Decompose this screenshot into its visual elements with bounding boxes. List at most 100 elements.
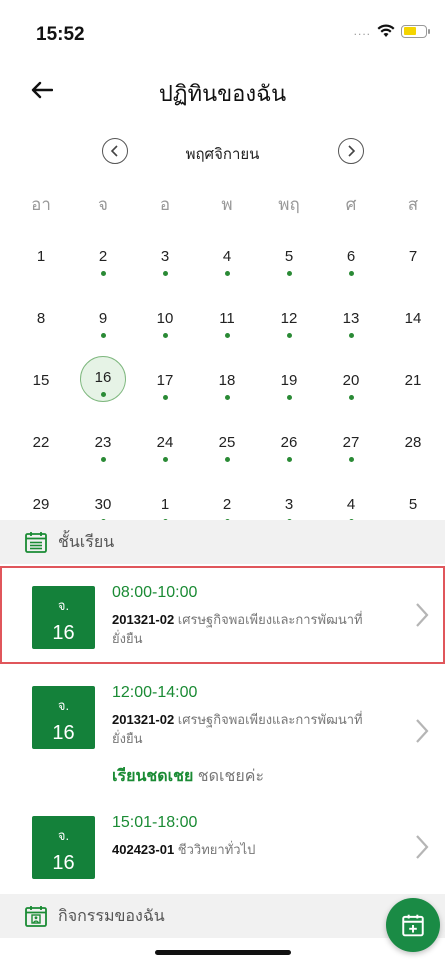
day: 5 — [266, 242, 312, 288]
status-icons: .... — [354, 24, 430, 38]
weekday-label: พฤ — [278, 195, 300, 214]
day: 2 — [80, 242, 126, 288]
day-cell[interactable]: 18 — [196, 354, 258, 416]
day-cell[interactable]: 27 — [320, 416, 382, 478]
day: 9 — [80, 304, 126, 350]
class-code: 402423-01 — [112, 842, 175, 857]
day-cell[interactable]: 11 — [196, 292, 258, 354]
status-bar: 15:52 .... — [0, 0, 445, 62]
day: 18 — [204, 366, 250, 412]
add-event-button[interactable] — [386, 898, 440, 952]
day-cell[interactable]: 23 — [72, 416, 134, 478]
wifi-icon — [377, 24, 395, 37]
day-number: 6 — [346, 248, 356, 265]
day-number: 21 — [404, 372, 422, 389]
event-dot — [286, 457, 292, 462]
day: 17 — [142, 366, 188, 412]
date-badge-day: 16 — [52, 852, 75, 874]
day-number: 2 — [98, 248, 108, 265]
day-number: 11 — [219, 310, 235, 327]
makeup-label: เรียนชดเชย — [112, 768, 194, 785]
day-cell[interactable]: 12 — [258, 292, 320, 354]
class-time: 08:00-10:00 — [112, 584, 198, 601]
class-code: 201321-02 — [112, 712, 175, 727]
day-number: 13 — [342, 310, 360, 327]
weekday-label: ส — [407, 195, 419, 214]
day-cell[interactable]: 7 — [382, 230, 444, 292]
weekday-label: อ — [159, 195, 171, 214]
week-row: 22 23 24 25 26 27 28 — [10, 416, 445, 478]
day-cell[interactable]: 8 — [10, 292, 72, 354]
date-badge: จ. 16 — [32, 816, 95, 879]
class-card[interactable]: จ. 16 08:00-10:00 201321-02 เศรษฐกิจพอเพ… — [0, 566, 445, 664]
day: 10 — [142, 304, 188, 350]
event-dot — [100, 457, 106, 462]
month-navigator: พฤศจิกายน — [0, 135, 445, 167]
event-dot — [224, 457, 230, 462]
day-cell[interactable]: 20 — [320, 354, 382, 416]
day: 25 — [204, 428, 250, 474]
weekday-label: อา — [31, 195, 51, 214]
home-indicator — [155, 950, 291, 955]
day-cell[interactable]: 21 — [382, 354, 444, 416]
event-dot — [162, 271, 168, 276]
day-cell[interactable]: 1 — [10, 230, 72, 292]
day-cell[interactable]: 2 — [72, 230, 134, 292]
day-number: 4 — [222, 248, 232, 265]
day-number: 5 — [408, 496, 418, 513]
class-card[interactable]: จ. 16 15:01-18:00 402423-01 ชีววิทยาทั่ว… — [0, 796, 445, 896]
day-cell[interactable]: 19 — [258, 354, 320, 416]
day-cell[interactable]: 26 — [258, 416, 320, 478]
day-number: 28 — [404, 434, 422, 451]
day-number: 16 — [94, 369, 112, 386]
day-cell[interactable]: 13 — [320, 292, 382, 354]
nav-bar: ปฏิทินของฉัน — [0, 62, 445, 118]
day: 20 — [328, 366, 374, 412]
day-cell[interactable]: 14 — [382, 292, 444, 354]
day-cell[interactable]: 17 — [134, 354, 196, 416]
event-dot — [100, 333, 106, 338]
day: 13 — [328, 304, 374, 350]
event-dot — [286, 395, 292, 400]
day-number: 26 — [280, 434, 298, 451]
day: 12 — [266, 304, 312, 350]
day-cell[interactable]: 9 — [72, 292, 134, 354]
event-dot — [162, 457, 168, 462]
day-cell[interactable]: 5 — [258, 230, 320, 292]
day-cell[interactable]: 24 — [134, 416, 196, 478]
weekday-label: พ — [221, 195, 233, 214]
class-info: 402423-01 ชีววิทยาทั่วไป — [112, 840, 382, 859]
activities-section-header: กิจกรรมของฉัน — [0, 894, 445, 938]
day-cell[interactable]: 3 — [134, 230, 196, 292]
day: 14 — [390, 304, 436, 350]
date-badge-weekday: จ. — [57, 828, 70, 843]
event-dot — [224, 395, 230, 400]
date-badge: จ. 16 — [32, 586, 95, 649]
day-cell[interactable]: 4 — [196, 230, 258, 292]
day-number: 19 — [280, 372, 298, 389]
date-badge: จ. 16 — [32, 686, 95, 749]
day: 27 — [328, 428, 374, 474]
day-number: 24 — [156, 434, 174, 451]
day-cell[interactable]: 28 — [382, 416, 444, 478]
day: 23 — [80, 428, 126, 474]
day-cell[interactable]: 16 — [72, 354, 134, 416]
day-number: 7 — [408, 248, 418, 265]
day-cell[interactable]: 6 — [320, 230, 382, 292]
day-cell[interactable]: 25 — [196, 416, 258, 478]
day-cell[interactable]: 10 — [134, 292, 196, 354]
class-time: 12:00-14:00 — [112, 684, 198, 701]
event-dot — [348, 395, 354, 400]
selected-day: 16 — [80, 356, 126, 402]
day-number: 8 — [36, 310, 46, 327]
calendar-grid: อา จ อ พ พฤ ศ ส 1 2 3 4 5 6 7 8 9 10 11 12 13 14 15 16 1… — [10, 180, 445, 540]
day: 3 — [142, 242, 188, 288]
calendar-weeks: 1 2 3 4 5 6 7 8 9 10 11 12 13 14 15 16 17 18 19 20 21 22 23 24 2… — [10, 230, 445, 540]
day-number: 27 — [342, 434, 360, 451]
event-dot — [162, 395, 168, 400]
day-cell[interactable]: 15 — [10, 354, 72, 416]
next-month-button[interactable] — [338, 138, 364, 164]
day: 1 — [18, 242, 64, 288]
class-card[interactable]: จ. 16 12:00-14:00 201321-02 เศรษฐกิจพอเพ… — [0, 666, 445, 796]
day-cell[interactable]: 22 — [10, 416, 72, 478]
